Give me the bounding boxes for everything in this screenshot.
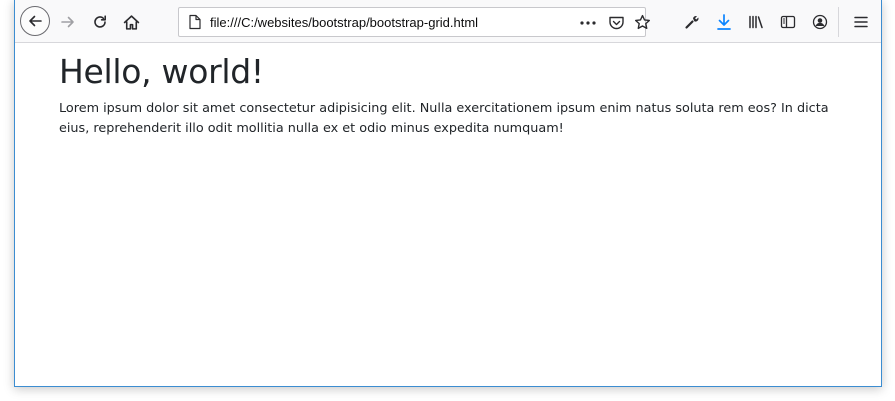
back-button[interactable] — [20, 6, 50, 36]
more-icon — [580, 21, 596, 25]
star-icon — [634, 14, 651, 31]
forward-arrow-icon — [60, 14, 76, 30]
navigation-toolbar: file:///C:/websites/bootstrap/bootstrap-… — [15, 0, 881, 43]
home-icon — [123, 14, 140, 31]
page-paragraph: Lorem ipsum dolor sit amet consectetur a… — [59, 101, 829, 136]
wrench-icon — [684, 14, 700, 30]
open-menu-button[interactable] — [852, 13, 870, 31]
browser-window: file:///C:/websites/bootstrap/bootstrap-… — [14, 0, 882, 387]
account-button[interactable] — [811, 13, 829, 31]
home-button[interactable] — [122, 13, 140, 31]
page-icon — [187, 14, 203, 30]
page-heading: Hello, world! — [59, 52, 264, 91]
back-arrow-icon — [27, 13, 43, 29]
menu-icon — [854, 15, 868, 29]
developer-tools-button[interactable] — [683, 13, 701, 31]
sidebar-icon — [780, 14, 796, 30]
pocket-button[interactable] — [607, 14, 625, 32]
page-actions-button[interactable] — [579, 15, 597, 31]
reload-icon — [92, 14, 108, 30]
reload-button[interactable] — [91, 13, 109, 31]
sidebar-button[interactable] — [779, 13, 797, 31]
pocket-icon — [608, 15, 625, 31]
bookmark-star-button[interactable] — [633, 13, 651, 31]
page-content: Hello, world! Lorem ipsum dolor sit amet… — [15, 44, 881, 386]
library-button[interactable] — [747, 13, 765, 31]
downloads-button[interactable] — [715, 12, 733, 32]
forward-button[interactable] — [59, 13, 77, 31]
library-icon — [748, 14, 765, 30]
download-icon — [716, 13, 732, 31]
url-bar[interactable]: file:///C:/websites/bootstrap/bootstrap-… — [178, 7, 650, 37]
url-text[interactable]: file:///C:/websites/bootstrap/bootstrap-… — [210, 15, 478, 30]
toolbar-divider — [838, 7, 839, 37]
account-icon — [812, 14, 828, 30]
